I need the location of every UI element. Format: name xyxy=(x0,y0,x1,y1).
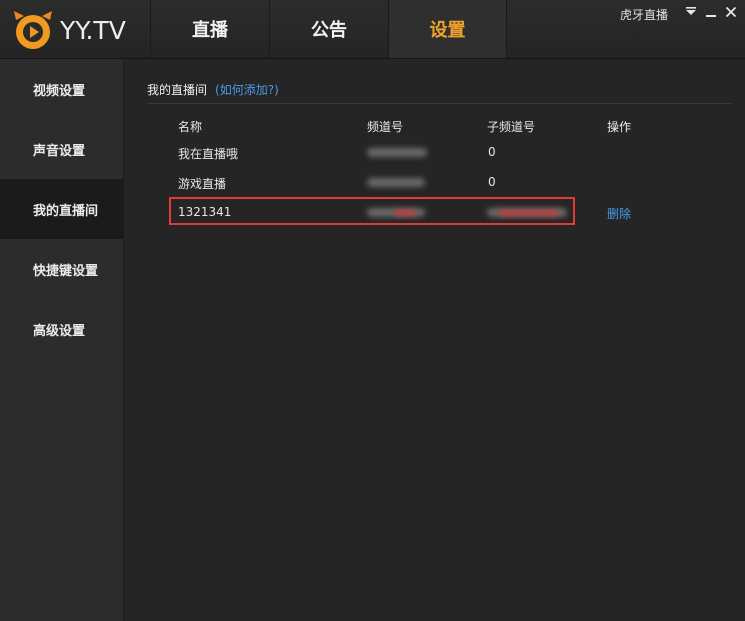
column-header-channel: 频道号 xyxy=(367,120,404,134)
close-icon[interactable] xyxy=(723,4,739,20)
column-header-action: 操作 xyxy=(607,120,632,134)
logo: YY.TV xyxy=(12,10,126,50)
section-header: 我的直播间 (如何添加?) xyxy=(147,81,732,104)
sidebar-item-audio-settings[interactable]: 声音设置 xyxy=(0,119,123,179)
delete-link[interactable]: 删除 xyxy=(607,205,631,222)
sidebar-item-my-live-room[interactable]: 我的直播间 xyxy=(0,179,123,239)
yy-logo-icon xyxy=(14,11,52,49)
tab-announcement[interactable]: 公告 xyxy=(269,0,388,58)
column-header-name: 名称 xyxy=(178,120,203,134)
sidebar-item-video-settings[interactable]: 视频设置 xyxy=(0,59,123,119)
row-name: 我在直播哦 xyxy=(178,147,239,161)
minimize-icon[interactable] xyxy=(703,4,719,20)
column-header-sub-channel: 子频道号 xyxy=(487,120,536,134)
redaction-mark xyxy=(394,210,416,216)
tab-live[interactable]: 直播 xyxy=(150,0,269,58)
sidebar-item-hotkey-settings[interactable]: 快捷键设置 xyxy=(0,239,123,299)
row-name: 游戏直播 xyxy=(178,177,227,191)
top-bar: YY.TV 直播 公告 设置 虎牙直播 xyxy=(0,0,745,59)
redacted-channel xyxy=(367,178,425,187)
redacted-channel xyxy=(367,148,427,157)
dropdown-icon[interactable] xyxy=(683,4,699,20)
how-to-add-link[interactable]: (如何添加?) xyxy=(215,83,279,97)
sidebar-item-advanced-settings[interactable]: 高级设置 xyxy=(0,299,123,359)
settings-sidebar: 视频设置 声音设置 我的直播间 快捷键设置 高级设置 xyxy=(0,59,124,621)
row-name: 1321341 xyxy=(178,205,232,219)
window-title: 虎牙直播 xyxy=(620,8,669,22)
tab-settings[interactable]: 设置 xyxy=(388,0,507,58)
section-title: 我的直播间 xyxy=(147,83,208,97)
redaction-mark xyxy=(499,210,559,216)
logo-text: YY.TV xyxy=(60,15,126,45)
row-sub-channel: 0 xyxy=(488,175,496,189)
settings-content: 我的直播间 (如何添加?) 名称 频道号 子频道号 操作 我在直播哦 0 游戏直播… xyxy=(124,59,745,621)
main-nav: 直播 公告 设置 xyxy=(150,0,507,58)
row-sub-channel: 0 xyxy=(488,145,496,159)
